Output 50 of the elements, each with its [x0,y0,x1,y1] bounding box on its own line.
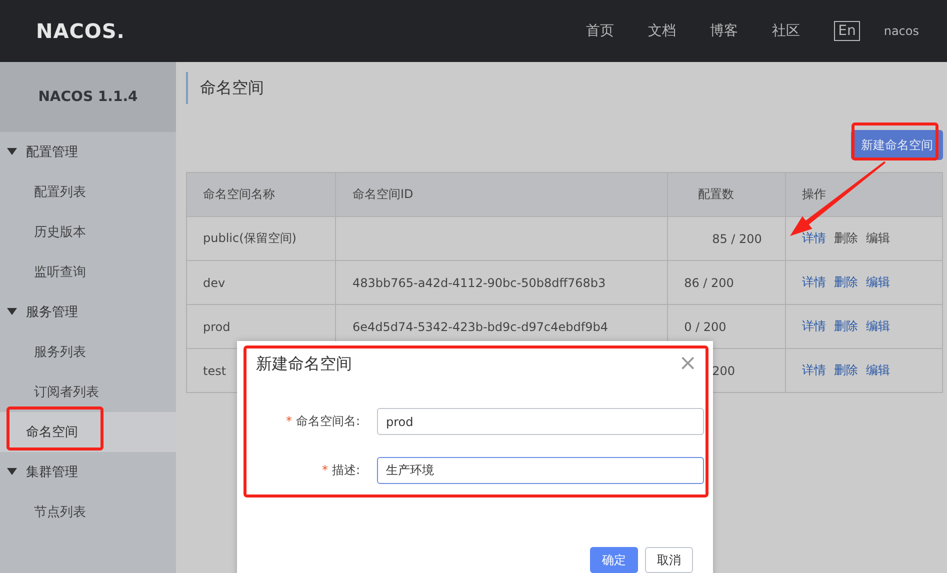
table-cell: 86 / 200 [668,260,786,304]
nav-link[interactable]: 文档 [631,22,694,40]
column-header: 命名空间名称 [186,172,336,216]
action-link[interactable]: 详情 [802,231,826,245]
menu-group[interactable]: 服务管理 [0,292,176,332]
menu-group[interactable]: 集群管理 [0,452,176,492]
nav-link[interactable]: 首页 [569,22,632,40]
cancel-button[interactable]: 取消 [645,547,693,573]
action-link[interactable]: 详情 [802,319,826,333]
action-link[interactable]: 删除 [834,363,858,377]
action-link[interactable]: 编辑 [866,363,890,377]
field-label: * 描述: [320,462,360,479]
column-header: 操作 [786,172,942,216]
column-header: 配置数 [668,172,786,216]
caret-icon [7,468,17,476]
version-label: NACOS 1.1.4 [0,62,176,132]
action-link[interactable]: 删除 [834,319,858,333]
table-cell: 483bb765-a42d-4112-90bc-50b8dff768b3 [336,260,668,304]
logo[interactable]: NACOS. [36,19,125,43]
action-link[interactable]: 详情 [802,275,826,289]
menu-item[interactable]: 历史版本 [0,212,176,252]
action-link[interactable]: 删除 [834,231,858,245]
text-field[interactable]: prod [377,408,704,435]
table-cell: public(保留空间) [186,216,336,260]
page-title: 命名空间 [186,72,943,104]
nav-link[interactable]: 博客 [693,22,756,40]
caret-icon [7,148,17,156]
action-link[interactable]: 删除 [834,275,858,289]
menu-group[interactable]: 配置管理 [0,132,176,172]
action-link[interactable]: 编辑 [866,319,890,333]
nav-link[interactable]: 社区 [755,22,818,40]
field-label: * 命名空间名: [284,413,360,430]
menu-item[interactable]: 服务列表 [0,332,176,372]
caret-icon [7,308,17,316]
menu-item[interactable]: 监听查询 [0,252,176,292]
table-cell: 85 / 200 [668,216,786,260]
action-link[interactable]: 详情 [802,363,826,377]
close-button[interactable]: × [678,353,697,375]
user-name[interactable]: nacos [884,24,919,38]
action-link[interactable]: 编辑 [866,231,890,245]
menu-item[interactable]: 节点列表 [0,492,176,532]
column-header: 命名空间ID [336,172,668,216]
text-field[interactable]: 生产环境 [377,457,704,484]
confirm-button[interactable]: 确定 [590,547,638,573]
menu-item[interactable]: 订阅者列表 [0,372,176,412]
menu-item[interactable]: 配置列表 [0,172,176,212]
language-toggle[interactable]: En [834,21,860,41]
action-link[interactable]: 编辑 [866,275,890,289]
table-cell: dev [186,260,336,304]
menu-item[interactable]: 命名空间 [0,412,176,452]
